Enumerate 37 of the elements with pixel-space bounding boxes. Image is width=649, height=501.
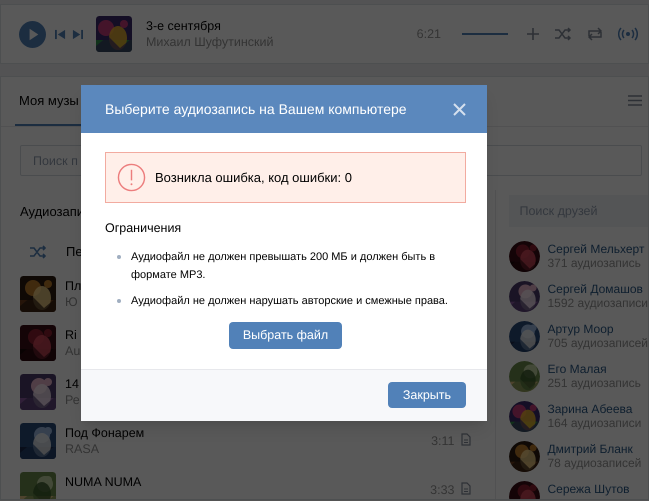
restrictions-heading: Ограничения [105,220,182,237]
previous-icon[interactable] [55,28,66,40]
broadcast-icon[interactable] [618,27,638,41]
shuffle-icon[interactable] [554,27,572,41]
track-title[interactable]: Ri [65,326,80,342]
play-icon[interactable] [19,20,46,48]
restriction-text: Аудиофайл не должен превышать 200 МБ и должен быть в формате MP3. [131,250,436,283]
friend-name[interactable]: Артур Моор [548,322,648,336]
friend-name[interactable]: Сергей Мельхерт [548,242,644,256]
friend-name[interactable]: Сергей Домашов [548,282,648,296]
exclamation-icon [117,163,146,192]
next-icon[interactable] [72,28,83,40]
track-title[interactable]: NUMA NUMA [65,474,142,490]
friend-name[interactable]: Его Малая [548,362,641,376]
error-message: Возникла ошибка, код ошибки: 0 [155,168,352,187]
bullet-icon [117,298,121,303]
track-title: 3-е сентября [146,18,222,34]
restriction-text: Аудиофайл не должен нарушать авторские и смежные права. [131,294,449,309]
repeat-icon[interactable] [586,27,604,41]
file-icon[interactable] [460,432,470,446]
shuffle-label[interactable]: Пе [66,242,83,262]
dialog-title: Выберите аудиозапись на Вашем компьютере [105,100,407,119]
section-title: Аудиозапи [20,203,84,221]
close-button[interactable]: Закрыть [388,382,466,408]
bullet-icon [117,254,121,259]
track-title[interactable]: 14 [65,376,80,392]
track-title[interactable]: Пл [65,278,82,294]
shuffle-icon[interactable] [29,244,47,258]
add-icon[interactable] [526,27,540,41]
friend-name[interactable]: Сережа Шутов [548,482,630,496]
file-icon[interactable] [460,482,470,494]
close-icon[interactable] [453,102,466,116]
friend-name[interactable]: Зарина Абеева [548,402,642,416]
friend-name[interactable]: Дмитрий Бланк [548,442,642,456]
choose-file-button[interactable]: Выбрать файл [228,322,342,349]
track-title[interactable]: Под Фонарем [65,424,144,440]
menu-icon[interactable] [628,95,642,106]
